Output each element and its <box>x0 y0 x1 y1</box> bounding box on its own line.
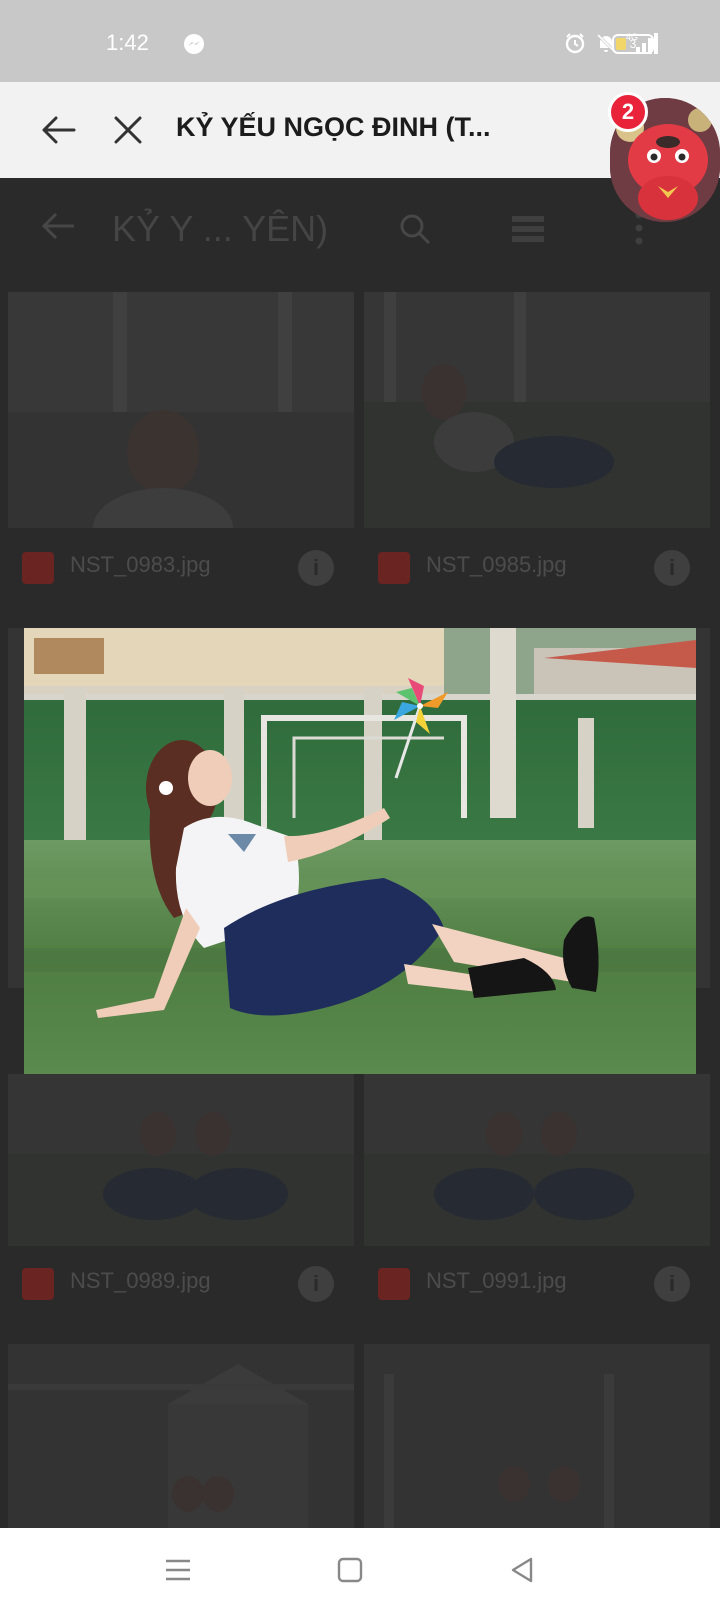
alarm-icon <box>565 33 585 54</box>
file-name: NST_0991.jpg <box>426 1268 567 1293</box>
info-icon[interactable]: i <box>298 1266 334 1302</box>
recents-menu-icon <box>166 1559 190 1581</box>
file-thumbnail[interactable] <box>8 1074 354 1246</box>
file-row[interactable]: NST_0989.jpg i <box>8 1246 354 1326</box>
close-icon <box>114 116 142 144</box>
arrow-left-icon <box>42 116 76 144</box>
image-file-icon <box>378 552 410 584</box>
system-nav-bar <box>0 1528 720 1612</box>
file-row[interactable]: NST_0985.jpg i <box>364 530 710 610</box>
file-row[interactable]: NST_0991.jpg i <box>364 1246 710 1326</box>
status-time: 1:42 <box>106 30 149 55</box>
drive-back-button[interactable] <box>40 210 76 247</box>
recents-button[interactable] <box>154 1546 202 1594</box>
image-file-icon <box>22 552 54 584</box>
photo-preview[interactable] <box>24 628 696 1074</box>
info-icon[interactable]: i <box>654 1266 690 1302</box>
search-icon <box>400 214 431 245</box>
home-square-icon <box>337 1557 363 1583</box>
messenger-icon <box>184 34 204 54</box>
file-thumbnail[interactable] <box>364 1344 710 1528</box>
home-button[interactable] <box>326 1546 374 1594</box>
drive-list-view-button[interactable] <box>510 214 546 249</box>
student-with-pinwheel-on-field-photo <box>24 628 696 1074</box>
file-thumbnail[interactable] <box>8 1344 354 1528</box>
list-view-icon <box>512 216 544 242</box>
arrow-left-icon <box>41 212 74 240</box>
drive-toolbar: KỶ Y ... YÊN) <box>0 178 720 286</box>
drive-folder-title: KỶ Y ... YÊN) <box>112 208 329 249</box>
file-name: NST_0985.jpg <box>426 552 567 577</box>
drive-search-button[interactable] <box>398 212 432 251</box>
back-button[interactable] <box>34 106 82 154</box>
info-icon[interactable]: i <box>298 550 334 586</box>
battery-icon: 3 <box>612 34 654 54</box>
file-thumbnail[interactable] <box>364 292 710 528</box>
page-title: KỶ YẾU NGỌC ĐINH (T... <box>176 112 491 142</box>
close-button[interactable] <box>104 106 152 154</box>
file-thumbnail[interactable] <box>8 292 354 528</box>
info-icon[interactable]: i <box>654 550 690 586</box>
battery-level: 3 <box>629 37 637 51</box>
file-thumbnail[interactable] <box>364 1074 710 1246</box>
file-name: NST_0983.jpg <box>70 552 211 577</box>
file-row[interactable]: NST_0983.jpg i <box>8 530 354 610</box>
status-bar: 1:42 4G 3 <box>0 0 720 82</box>
notification-badge: 2 <box>608 92 648 132</box>
image-file-icon <box>378 1268 410 1300</box>
back-triangle-icon <box>511 1557 533 1583</box>
battery-tip <box>655 40 658 48</box>
nav-back-button[interactable] <box>498 1546 546 1594</box>
file-name: NST_0989.jpg <box>70 1268 211 1293</box>
image-file-icon <box>22 1268 54 1300</box>
